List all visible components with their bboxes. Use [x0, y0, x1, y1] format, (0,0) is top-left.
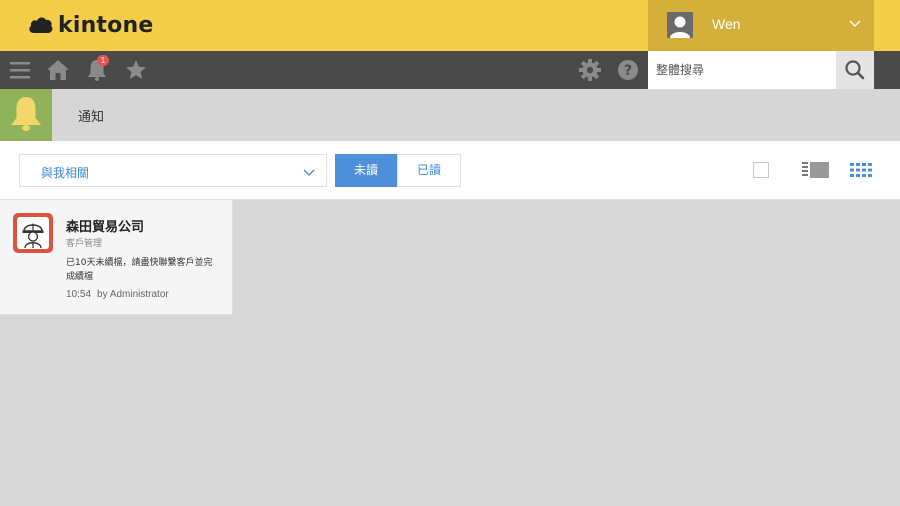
filter-bar: 與我相關 未讀 已讀 [0, 141, 900, 200]
user-avatar-icon [667, 12, 693, 38]
select-all-checkbox[interactable] [753, 162, 769, 178]
notification-meta: 10:54 by Administrator [66, 289, 169, 300]
chevron-down-icon [849, 20, 861, 27]
bell-tile [0, 89, 52, 141]
filter-dropdown[interactable]: 與我相關 [19, 154, 327, 187]
notification-author: by Administrator [97, 289, 169, 300]
chevron-down-icon [303, 169, 315, 176]
user-name: Wen [712, 16, 741, 32]
gear-icon[interactable] [578, 58, 602, 82]
tab-unread[interactable]: 未讀 [335, 154, 397, 187]
kintone-logo[interactable]: kintone [28, 11, 153, 39]
menu-icon[interactable] [8, 58, 32, 82]
page-title: 通知 [78, 110, 105, 125]
help-icon[interactable]: ? [616, 58, 640, 82]
notification-card[interactable]: 森田貿易公司 客戶管理 已10天未續檔，請盡快聯繫客戶並完成續檔 10:54 by… [0, 200, 233, 315]
notification-app-name: 客戶管理 [66, 239, 103, 249]
home-icon[interactable] [46, 58, 70, 82]
search-icon [845, 60, 865, 80]
notification-header: 通知 [0, 89, 900, 141]
global-search-input[interactable] [648, 51, 836, 89]
cloud-logo-icon [29, 17, 53, 33]
notification-title[interactable]: 森田貿易公司 [66, 216, 144, 235]
star-icon[interactable] [124, 58, 148, 82]
filter-dropdown-value: 與我相關 [41, 166, 90, 180]
notification-message: 已10天未續檔，請盡快聯繫客戶並完成續檔 [66, 258, 213, 282]
list-view-icon[interactable] [850, 161, 872, 179]
worker-app-icon [13, 213, 53, 253]
logo-text: kintone [58, 12, 154, 38]
detail-view-icon[interactable] [802, 161, 830, 179]
notification-bell-icon [11, 97, 41, 131]
user-menu[interactable]: Wen [648, 0, 874, 51]
tab-read[interactable]: 已讀 [397, 154, 461, 187]
notification-badge: 1 [97, 55, 109, 66]
notification-time: 10:54 [66, 289, 92, 300]
header-strip [874, 0, 900, 51]
svg-text:?: ? [624, 63, 632, 79]
search-button[interactable] [836, 51, 874, 89]
